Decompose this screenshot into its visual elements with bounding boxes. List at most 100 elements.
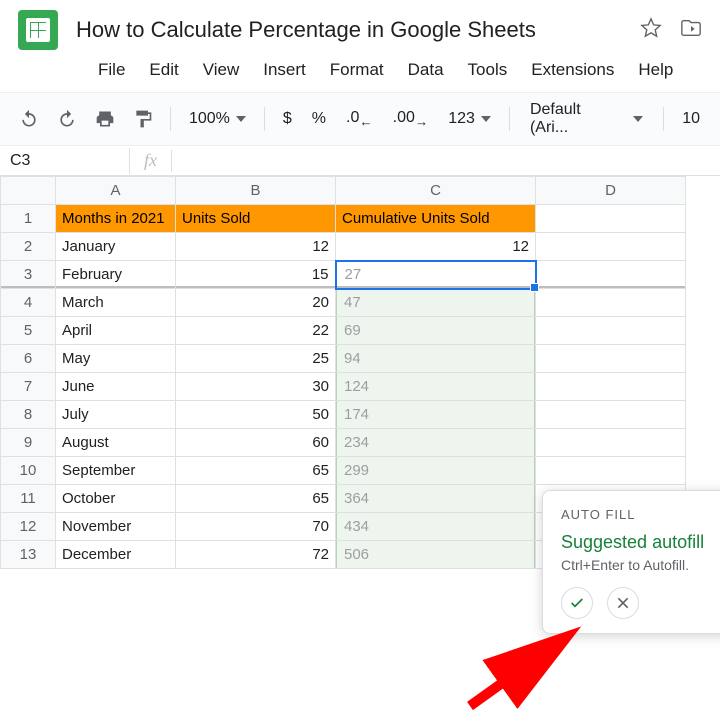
cell-D4[interactable] — [536, 289, 686, 317]
table-row: 2January1212 — [1, 233, 686, 261]
cell-A1[interactable]: Months in 2021 — [56, 205, 176, 233]
cell-A2[interactable]: January — [56, 233, 176, 261]
cell-A13[interactable]: December — [56, 541, 176, 569]
menu-insert[interactable]: Insert — [253, 56, 316, 84]
number-format[interactable]: 123 — [440, 110, 499, 128]
col-header-D[interactable]: D — [536, 177, 686, 205]
cell-C4[interactable]: 47 — [336, 289, 536, 317]
menu-file[interactable]: File — [88, 56, 135, 84]
cell-B5[interactable]: 22 — [176, 317, 336, 345]
cell-B2[interactable]: 12 — [176, 233, 336, 261]
autofill-accept-button[interactable] — [561, 587, 593, 619]
cell-A6[interactable]: May — [56, 345, 176, 373]
cell-A11[interactable]: October — [56, 485, 176, 513]
row-header[interactable]: 4 — [1, 289, 56, 317]
cell-C10[interactable]: 299 — [336, 457, 536, 485]
cell-A3[interactable]: February — [56, 261, 176, 289]
undo-icon[interactable] — [12, 102, 46, 136]
name-box[interactable]: C3 — [0, 148, 130, 174]
format-currency[interactable]: $ — [275, 110, 300, 128]
cell-C6[interactable]: 94 — [336, 345, 536, 373]
row-header[interactable]: 5 — [1, 317, 56, 345]
cell-A9[interactable]: August — [56, 429, 176, 457]
format-percent[interactable]: % — [304, 110, 334, 128]
font-size[interactable]: 10 — [674, 110, 708, 128]
row-header[interactable]: 8 — [1, 401, 56, 429]
print-icon[interactable] — [88, 102, 122, 136]
cell-B4[interactable]: 20 — [176, 289, 336, 317]
doc-title[interactable]: How to Calculate Percentage in Google Sh… — [76, 15, 622, 45]
row-header[interactable]: 7 — [1, 373, 56, 401]
row-header[interactable]: 6 — [1, 345, 56, 373]
cell-C12[interactable]: 434 — [336, 513, 536, 541]
cell-C9[interactable]: 234 — [336, 429, 536, 457]
row-header[interactable]: 3 — [1, 261, 56, 289]
cell-B10[interactable]: 65 — [176, 457, 336, 485]
row-header[interactable]: 10 — [1, 457, 56, 485]
redo-icon[interactable] — [50, 102, 84, 136]
cell-D9[interactable] — [536, 429, 686, 457]
paint-format-icon[interactable] — [126, 102, 160, 136]
cell-B8[interactable]: 50 — [176, 401, 336, 429]
cell-C8[interactable]: 174 — [336, 401, 536, 429]
menu-tools[interactable]: Tools — [458, 56, 518, 84]
star-icon[interactable] — [640, 17, 662, 44]
cell-B1[interactable]: Units Sold — [176, 205, 336, 233]
cell-D6[interactable] — [536, 345, 686, 373]
cell-D3[interactable] — [536, 261, 686, 289]
row-header[interactable]: 9 — [1, 429, 56, 457]
cell-C3[interactable]: 27 — [336, 261, 536, 289]
decrease-decimal[interactable]: .0← — [338, 109, 381, 129]
menu-edit[interactable]: Edit — [139, 56, 188, 84]
cell-C1[interactable]: Cumulative Units Sold — [336, 205, 536, 233]
cell-B3[interactable]: 15 — [176, 261, 336, 289]
cell-A4[interactable]: March — [56, 289, 176, 317]
cell-C7[interactable]: 124 — [336, 373, 536, 401]
table-row: 9August60234 — [1, 429, 686, 457]
menu-view[interactable]: View — [193, 56, 250, 84]
cell-B12[interactable]: 70 — [176, 513, 336, 541]
col-header-A[interactable]: A — [56, 177, 176, 205]
menu-help[interactable]: Help — [628, 56, 683, 84]
cell-D10[interactable] — [536, 457, 686, 485]
cell-B11[interactable]: 65 — [176, 485, 336, 513]
menu-extensions[interactable]: Extensions — [521, 56, 624, 84]
col-header-C[interactable]: C — [336, 177, 536, 205]
increase-decimal[interactable]: .00→ — [385, 109, 437, 129]
cell-B13[interactable]: 72 — [176, 541, 336, 569]
menu-data[interactable]: Data — [398, 56, 454, 84]
autofill-reject-button[interactable] — [607, 587, 639, 619]
cell-D2[interactable] — [536, 233, 686, 261]
cell-D8[interactable] — [536, 401, 686, 429]
cell-A10[interactable]: September — [56, 457, 176, 485]
row-header[interactable]: 2 — [1, 233, 56, 261]
select-all-corner[interactable] — [1, 177, 56, 205]
cell-D1[interactable] — [536, 205, 686, 233]
row-header[interactable]: 1 — [1, 205, 56, 233]
cell-C5[interactable]: 69 — [336, 317, 536, 345]
cell-A7[interactable]: June — [56, 373, 176, 401]
cell-D7[interactable] — [536, 373, 686, 401]
col-header-B[interactable]: B — [176, 177, 336, 205]
cell-B7[interactable]: 30 — [176, 373, 336, 401]
cell-B9[interactable]: 60 — [176, 429, 336, 457]
cell-C13[interactable]: 506 — [336, 541, 536, 569]
annotation-arrow — [450, 626, 600, 721]
cell-D5[interactable] — [536, 317, 686, 345]
menubar: File Edit View Insert Format Data Tools … — [0, 50, 720, 92]
cell-C11[interactable]: 364 — [336, 485, 536, 513]
cell-A5[interactable]: April — [56, 317, 176, 345]
menu-format[interactable]: Format — [320, 56, 394, 84]
row-header[interactable]: 11 — [1, 485, 56, 513]
cell-B6[interactable]: 25 — [176, 345, 336, 373]
cell-A12[interactable]: November — [56, 513, 176, 541]
move-icon[interactable] — [680, 17, 702, 44]
cell-A8[interactable]: July — [56, 401, 176, 429]
row-header[interactable]: 13 — [1, 541, 56, 569]
row-header[interactable]: 12 — [1, 513, 56, 541]
cell-C2[interactable]: 12 — [336, 233, 536, 261]
font-select[interactable]: Default (Ari... — [520, 101, 653, 137]
zoom-select[interactable]: 100% — [181, 110, 254, 128]
sheets-logo[interactable] — [18, 10, 58, 50]
table-row: 6May2594 — [1, 345, 686, 373]
